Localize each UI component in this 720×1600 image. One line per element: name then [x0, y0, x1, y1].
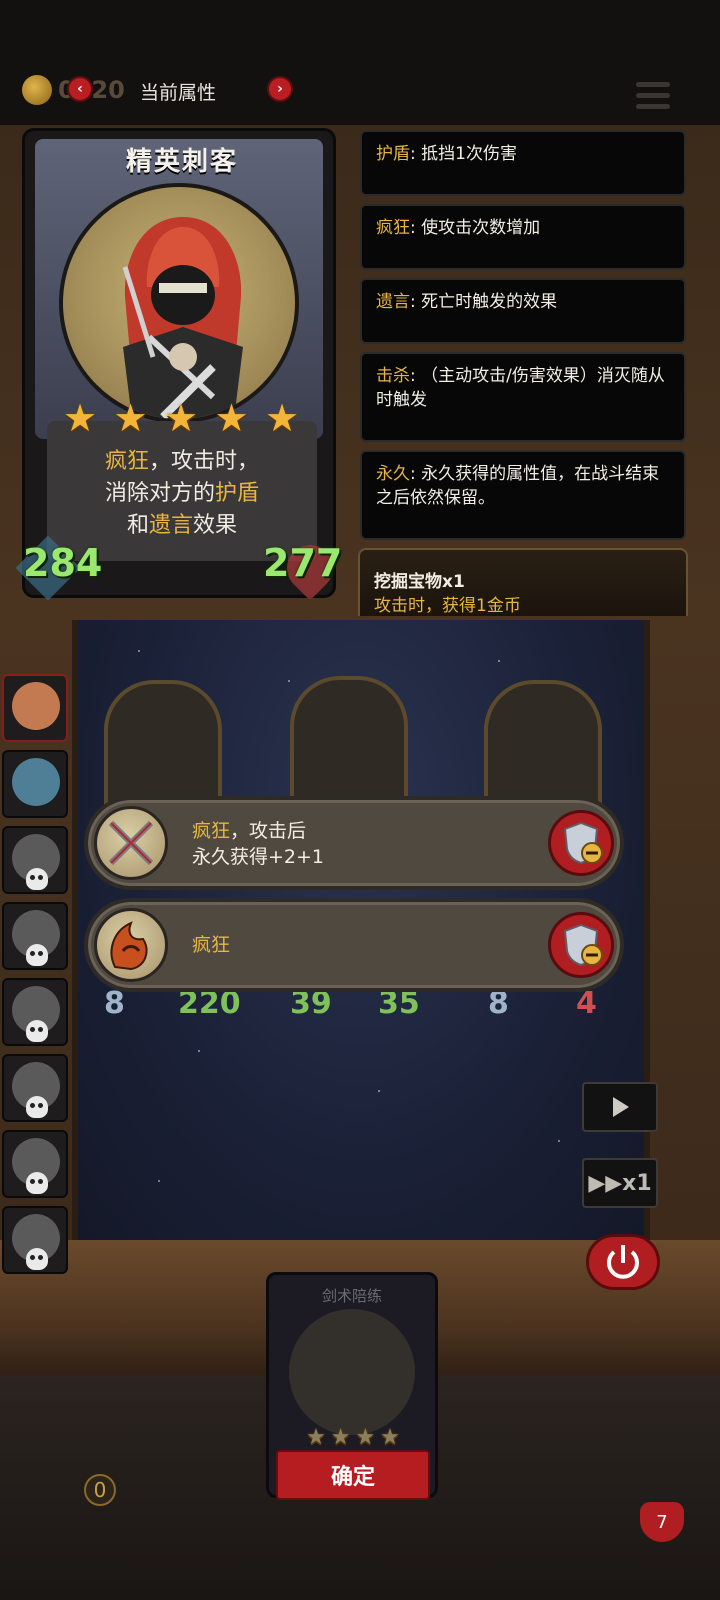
- star-icon: ★: [62, 396, 98, 440]
- skull-icon: [26, 868, 48, 890]
- unit-slot-dead[interactable]: [2, 1130, 68, 1198]
- hero-attack: 284: [23, 541, 103, 585]
- play-button[interactable]: [582, 1082, 658, 1132]
- next-button[interactable]: ›: [267, 76, 293, 102]
- unit-slot-dead[interactable]: [2, 978, 68, 1046]
- menu-icon[interactable]: [636, 82, 670, 114]
- keyword-kill: 击杀: （主动攻击/伤害效果）消灭随从时触发: [360, 352, 686, 442]
- star-icon: ★: [306, 1425, 326, 1450]
- hero-desc-line-3: 和遗言效果: [126, 513, 238, 538]
- shield-minus-icon: [563, 821, 603, 865]
- treasure-panel: 挖掘宝物x1 攻击时，获得1金币: [358, 548, 688, 616]
- unit-slot-dead[interactable]: [2, 1054, 68, 1122]
- star-icon: ★: [214, 396, 249, 440]
- star-icon: ★: [163, 396, 199, 440]
- skull-icon: [26, 944, 48, 966]
- shield-minus-icon: [563, 923, 603, 967]
- skull-icon: [26, 1248, 48, 1270]
- unit-slot-active[interactable]: [2, 674, 68, 742]
- star-icon: ★: [113, 396, 148, 440]
- star-icon: ★: [355, 1425, 376, 1450]
- shop-card-stars: ★ ★ ★ ★: [305, 1427, 401, 1449]
- keyword-shield: 护盾: 抵挡1次伤害: [360, 130, 686, 196]
- trait-text: 疯狂，攻击后 永久获得+2+1: [192, 820, 325, 868]
- play-icon: [613, 1097, 629, 1117]
- shop-card-title: 剑术陪练: [321, 1287, 382, 1305]
- keyword-permanent: 永久: 永久获得的属性值，在战斗结束之后依然保留。: [360, 450, 686, 540]
- hero-card: 精英刺客 疯狂，攻击时， 消除对方的护盾 和遗言效果 ★ ★ ★ ★ ★ 284 277: [15, 128, 343, 601]
- trait-row: 疯狂，攻击后 永久获得+2+1: [84, 796, 624, 890]
- power-button[interactable]: [586, 1234, 660, 1290]
- confirm-button[interactable]: 确定: [276, 1450, 430, 1500]
- hero-health: 277: [263, 541, 343, 585]
- remove-shield-button[interactable]: [548, 912, 614, 978]
- crossed-swords-icon: [94, 806, 168, 880]
- hero-name: 精英刺客: [125, 147, 238, 177]
- trait-row: 疯狂: [84, 898, 624, 992]
- hero-desc-line-1: 疯狂，攻击时，: [104, 449, 260, 474]
- unit-slot[interactable]: [2, 750, 68, 818]
- skull-icon: [26, 1096, 48, 1118]
- star-icon: ★: [330, 1425, 351, 1450]
- hero-desc-line-2: 消除对方的护盾: [104, 481, 260, 506]
- frenzy-horn-icon: [94, 908, 168, 982]
- skull-icon: [26, 1020, 48, 1042]
- keyword-frenzy: 疯狂: 使攻击次数增加: [360, 204, 686, 270]
- trait-text: 疯狂: [192, 934, 231, 956]
- coin-icon: [22, 75, 52, 105]
- skull-icon: [26, 1172, 48, 1194]
- top-bar-background: [0, 0, 720, 125]
- hero-star-rating: ★ ★ ★ ★ ★: [61, 399, 301, 439]
- remove-shield-button[interactable]: [548, 810, 614, 876]
- speed-button[interactable]: ▶▶x1: [582, 1158, 658, 1208]
- unit-slot-dead[interactable]: [2, 902, 68, 970]
- assassin-illustration: [122, 217, 243, 419]
- treasure-chest-count[interactable]: 0: [84, 1474, 116, 1506]
- shop-card-portrait: [289, 1309, 415, 1435]
- star-icon: ★: [264, 396, 300, 440]
- keyword-deathrattle: 遗言: 死亡时触发的效果: [360, 278, 686, 344]
- treasure-name: 挖掘宝物x1: [374, 572, 465, 592]
- unit-slot-dead[interactable]: [2, 826, 68, 894]
- star-icon: ★: [380, 1425, 400, 1450]
- prev-button[interactable]: ‹: [67, 76, 93, 102]
- power-icon: [607, 1245, 639, 1279]
- hero-portrait: [59, 183, 299, 423]
- unit-slot-dead[interactable]: [2, 1206, 68, 1274]
- treasure-effect: 攻击时，获得1金币: [374, 596, 521, 616]
- page-title: 当前属性: [140, 82, 217, 104]
